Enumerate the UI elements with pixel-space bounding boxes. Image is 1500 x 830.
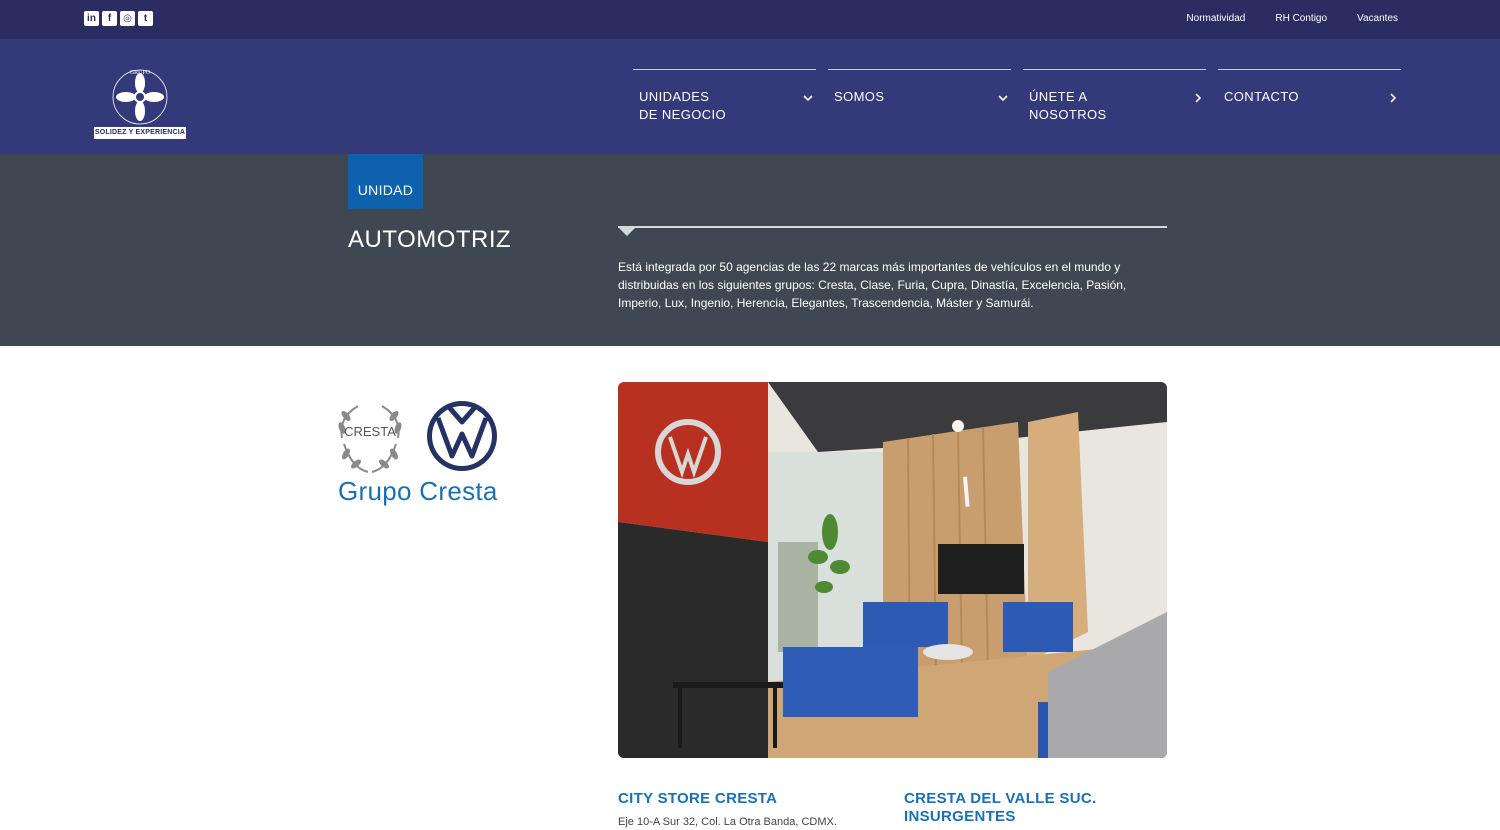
logo-tagline: SOLIDEZ Y EXPERIENCIA bbox=[94, 127, 186, 139]
nav-somos[interactable]: SOMOS bbox=[828, 69, 1011, 129]
main-header: GRUPO SOLIDEZ Y EXPERIENCIA UNIDADES DE … bbox=[0, 39, 1500, 154]
store-card[interactable]: CRESTA DEL VALLE SUC. INSURGENTES bbox=[904, 790, 1096, 826]
link-rh-contigo[interactable]: RH Contigo bbox=[1275, 13, 1327, 24]
site-logo[interactable]: GRUPO SOLIDEZ Y EXPERIENCIA bbox=[94, 65, 186, 139]
facebook-icon[interactable]: f bbox=[102, 11, 117, 26]
unit-description: Está integrada por 50 agencias de las 22… bbox=[618, 260, 1127, 310]
social-links: in f ◎ t bbox=[84, 11, 153, 26]
nav-label: ÚNETE A NOSOTROS bbox=[1029, 89, 1107, 122]
unit-tag: UNIDAD bbox=[348, 154, 423, 209]
chevron-right-icon bbox=[1195, 93, 1202, 103]
showroom-photo bbox=[618, 382, 1167, 758]
vw-logo-icon bbox=[427, 401, 497, 471]
nav-unidades-de-negocio[interactable]: UNIDADES DE NEGOCIO bbox=[633, 69, 816, 129]
laurel-icon bbox=[340, 405, 400, 473]
page-title: AUTOMOTRIZ bbox=[348, 226, 512, 253]
store-name: CRESTA DEL VALLE SUC. INSURGENTES bbox=[904, 790, 1097, 825]
link-vacantes[interactable]: Vacantes bbox=[1357, 13, 1398, 24]
chevron-down-icon bbox=[998, 95, 1008, 102]
divider-line bbox=[618, 226, 1167, 228]
store-name: CITY STORE CRESTA bbox=[618, 790, 778, 807]
cresta-vw-logos: CRESTA bbox=[338, 401, 497, 473]
svg-text:GRUPO: GRUPO bbox=[130, 70, 151, 76]
store-address: Eje 10-A Sur 32, Col. La Otra Banda, CDM… bbox=[618, 816, 837, 828]
link-normatividad[interactable]: Normatividad bbox=[1186, 13, 1245, 24]
linkedin-icon[interactable]: in bbox=[84, 11, 99, 26]
unit-band: UNIDAD AUTOMOTRIZ Está integrada por 50 … bbox=[0, 154, 1500, 346]
store-card[interactable]: CITY STORE CRESTA Eje 10-A Sur 32, Col. … bbox=[618, 790, 837, 828]
showroom-image bbox=[618, 382, 1167, 758]
chevron-down-icon bbox=[803, 95, 813, 102]
divider-pointer bbox=[618, 227, 636, 236]
instagram-icon[interactable]: ◎ bbox=[120, 11, 135, 26]
top-bar: in f ◎ t Normatividad RH Contigo Vacante… bbox=[0, 0, 1500, 39]
nav-label: SOMOS bbox=[834, 89, 885, 104]
main-nav: UNIDADES DE NEGOCIO SOMOS ÚNETE A NOSOTR… bbox=[633, 69, 1401, 129]
chevron-right-icon bbox=[1390, 93, 1397, 103]
svg-text:CRESTA: CRESTA bbox=[344, 424, 396, 439]
brand-name: Grupo Cresta bbox=[338, 476, 498, 506]
nav-contacto[interactable]: CONTACTO bbox=[1218, 69, 1401, 129]
nav-label: CONTACTO bbox=[1224, 89, 1299, 104]
top-links: Normatividad RH Contigo Vacantes bbox=[1186, 13, 1398, 24]
logo-emblem-icon: GRUPO bbox=[112, 69, 168, 125]
nav-label: UNIDADES DE NEGOCIO bbox=[639, 89, 727, 122]
nav-unete-a-nosotros[interactable]: ÚNETE A NOSOTROS bbox=[1023, 69, 1206, 129]
twitter-icon[interactable]: t bbox=[138, 11, 153, 26]
